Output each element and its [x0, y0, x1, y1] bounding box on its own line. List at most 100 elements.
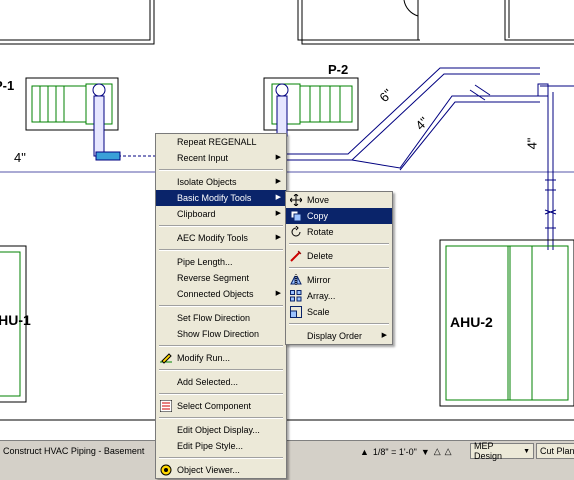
cut-plane-button[interactable]: Cut Plane — [536, 443, 574, 459]
submenu-item-move[interactable]: Move — [286, 192, 392, 208]
menu-item-set-flow-direction[interactable]: Set Flow Direction — [156, 310, 286, 326]
submenu-arrow-icon: ▶ — [275, 194, 281, 201]
scale-value: 1/8" = 1'-0" — [372, 446, 417, 457]
label-p2: P-2 — [328, 62, 349, 77]
menu-item-label: Scale — [307, 307, 330, 317]
scale-icon — [290, 306, 302, 318]
menu-item-label: Edit Object Display... — [177, 425, 260, 435]
menu-item-label: Set Flow Direction — [177, 313, 251, 323]
cut-plane-label: Cut Plane — [540, 446, 574, 456]
modify-run-icon — [160, 353, 172, 364]
basic-modify-submenu: Move Copy Rotate Delete Mirror Array... Scale D… — [285, 191, 393, 345]
context-menu: Repeat REGENALL Recent Input ▶ Isolate Obje… — [155, 133, 287, 479]
submenu-arrow-icon: ▶ — [275, 210, 281, 217]
scale-control[interactable]: ▲ 1/8" = 1'-0" ▼ △ △ — [358, 443, 454, 460]
pipe-selection-grip[interactable] — [95, 151, 121, 161]
submenu-arrow-icon: ▶ — [275, 154, 281, 161]
label-pipe-size-4-right: 4" — [524, 137, 540, 150]
label-ahu-2: AHU-2 — [450, 314, 493, 330]
menu-item-basic-modify-tools[interactable]: Basic Modify Tools ▶ — [156, 190, 286, 206]
move-icon — [290, 194, 302, 206]
menu-item-label: Recent Input — [177, 153, 229, 163]
submenu-item-display-order[interactable]: Display Order ▶ — [286, 328, 392, 344]
display-config-value: MEP Design — [474, 441, 503, 461]
menu-item-modify-run[interactable]: Modify Run... — [156, 350, 286, 366]
menu-separator — [159, 169, 283, 171]
menu-item-label: Mirror — [307, 275, 331, 285]
select-component-icon — [160, 400, 172, 412]
menu-separator — [289, 243, 389, 245]
menu-separator — [159, 305, 283, 307]
submenu-arrow-icon: ▶ — [275, 290, 281, 297]
object-viewer-icon — [160, 464, 172, 476]
menu-item-object-viewer[interactable]: Object Viewer... — [156, 462, 286, 478]
menu-item-label: Object Viewer... — [177, 465, 240, 475]
chevron-down-icon: ▼ — [420, 446, 430, 457]
menu-item-label: Select Component — [177, 401, 252, 411]
menu-item-label: Rotate — [307, 227, 334, 237]
submenu-item-mirror[interactable]: Mirror — [286, 272, 392, 288]
menu-item-label: Isolate Objects — [177, 177, 237, 187]
submenu-item-array[interactable]: Array... — [286, 288, 392, 304]
menu-item-pipe-length[interactable]: Pipe Length... — [156, 254, 286, 270]
menu-item-label: Clipboard — [177, 209, 216, 219]
mirror-icon — [290, 274, 302, 286]
menu-item-label: Pipe Length... — [177, 257, 233, 267]
submenu-item-copy[interactable]: Copy — [286, 208, 392, 224]
status-text: Construct HVAC Piping - Basement — [3, 446, 145, 456]
chevron-down-icon: ▼ — [523, 447, 530, 455]
pump-p1[interactable] — [25, 77, 119, 157]
menu-separator — [289, 323, 389, 325]
menu-item-label: Display Order — [307, 331, 363, 341]
menu-item-clipboard[interactable]: Clipboard ▶ — [156, 206, 286, 222]
submenu-arrow-icon: ▶ — [381, 332, 387, 339]
menu-item-label: Add Selected... — [177, 377, 239, 387]
menu-item-edit-object-display[interactable]: Edit Object Display... — [156, 422, 286, 438]
menu-item-label: Repeat REGENALL — [177, 137, 257, 147]
menu-item-recent-input[interactable]: Recent Input ▶ — [156, 150, 286, 166]
menu-item-edit-pipe-style[interactable]: Edit Pipe Style... — [156, 438, 286, 454]
menu-separator — [289, 267, 389, 269]
label-pipe-size-left: 4" — [14, 150, 26, 165]
menu-separator — [159, 369, 283, 371]
menu-item-label: Show Flow Direction — [177, 329, 260, 339]
menu-item-repeat-regenall[interactable]: Repeat REGENALL — [156, 134, 286, 150]
submenu-arrow-icon: ▶ — [275, 234, 281, 241]
array-icon — [290, 290, 302, 302]
rotate-icon — [291, 226, 301, 237]
menu-item-show-flow-direction[interactable]: Show Flow Direction — [156, 326, 286, 342]
menu-item-label: Delete — [307, 251, 334, 261]
menu-separator — [159, 417, 283, 419]
pump-p2[interactable] — [263, 77, 359, 137]
menu-separator — [159, 249, 283, 251]
label-ahu-1: AHU-1 — [0, 312, 31, 328]
walls — [0, 0, 574, 45]
status-bar: Construct HVAC Piping - Basement ▲ 1/8" … — [0, 440, 574, 480]
submenu-item-scale[interactable]: Scale — [286, 304, 392, 320]
delete-icon — [290, 250, 302, 262]
submenu-item-rotate[interactable]: Rotate — [286, 224, 392, 240]
menu-item-label: Move — [307, 195, 330, 205]
submenu-item-delete[interactable]: Delete — [286, 248, 392, 264]
label-p1: P-1 — [0, 78, 15, 93]
menu-item-reverse-segment[interactable]: Reverse Segment — [156, 270, 286, 286]
menu-separator — [159, 225, 283, 227]
menu-item-select-component[interactable]: Select Component — [156, 398, 286, 414]
submenu-arrow-icon: ▶ — [275, 178, 281, 185]
copy-icon — [290, 210, 302, 222]
menu-item-label: Array... — [307, 291, 336, 301]
menu-separator — [159, 345, 283, 347]
annotation-scale-icon[interactable]: △ — [432, 446, 443, 457]
menu-item-aec-modify-tools[interactable]: AEC Modify Tools ▶ — [156, 230, 286, 246]
scale-icon: ▲ — [360, 446, 369, 457]
menu-item-label: Edit Pipe Style... — [177, 441, 244, 451]
menu-item-label: Modify Run... — [177, 353, 231, 363]
menu-item-label: Reverse Segment — [177, 273, 250, 283]
annotation-visibility-icon[interactable]: △ — [443, 446, 454, 457]
menu-item-isolate-objects[interactable]: Isolate Objects ▶ — [156, 174, 286, 190]
menu-item-connected-objects[interactable]: Connected Objects ▶ — [156, 286, 286, 302]
menu-item-add-selected[interactable]: Add Selected... — [156, 374, 286, 390]
display-config-select[interactable]: MEP Design ▼ — [470, 441, 534, 461]
menu-item-label: Connected Objects — [177, 289, 254, 299]
menu-item-label: Copy — [307, 211, 329, 221]
